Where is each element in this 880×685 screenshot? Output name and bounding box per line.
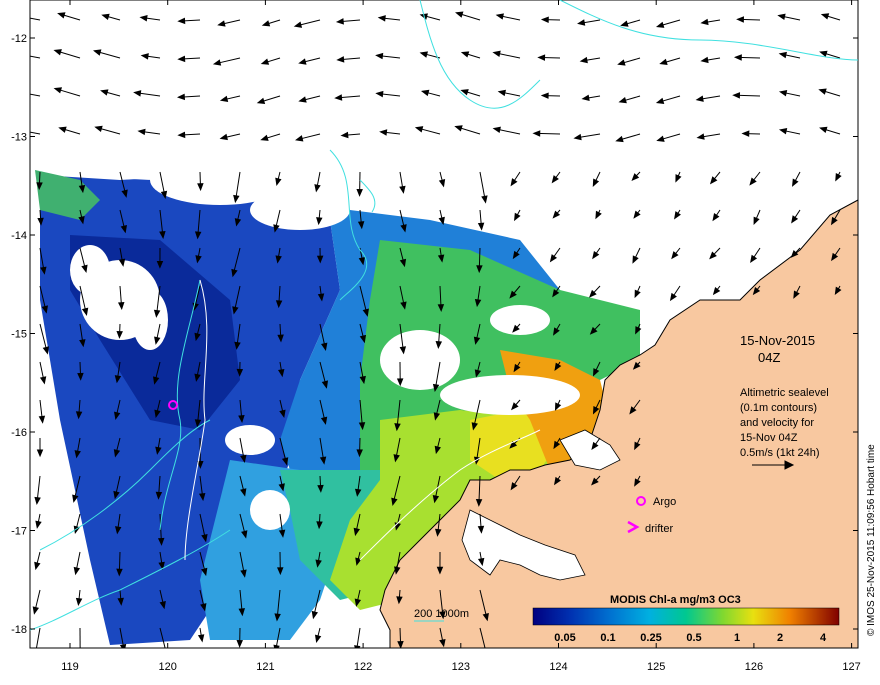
velocity-arrowhead bbox=[163, 650, 168, 656]
colorbar-tick-label: 0.05 bbox=[554, 632, 575, 644]
colorbar-tick-label: 1 bbox=[734, 632, 740, 644]
lat-label: -18 bbox=[11, 624, 27, 636]
colorbar-tick-label: 2 bbox=[777, 632, 783, 644]
depth-contour-label: 200 1000m bbox=[414, 608, 469, 620]
colorbar-tick-label: 0.25 bbox=[640, 632, 661, 644]
colorbar-tick-label: 4 bbox=[820, 632, 827, 644]
lat-label: -12 bbox=[11, 33, 27, 45]
velocity-arrowhead bbox=[483, 651, 488, 657]
info-line-5: 0.5m/s (1kt 24h) bbox=[740, 447, 819, 459]
lon-label: 120 bbox=[159, 661, 177, 673]
lat-label: -15 bbox=[11, 329, 27, 341]
info-line-2: (0.1m contours) bbox=[740, 402, 817, 414]
velocity-arrowhead bbox=[23, 53, 29, 58]
lat-label: -17 bbox=[11, 526, 27, 538]
colorbar-tick-label: 0.1 bbox=[600, 632, 615, 644]
velocity-arrowhead bbox=[23, 91, 29, 96]
lat-label: -13 bbox=[11, 132, 27, 144]
velocity-arrowhead bbox=[355, 646, 360, 652]
lon-label: 127 bbox=[842, 661, 860, 673]
time-title: 04Z bbox=[758, 350, 780, 365]
velocity-arrow bbox=[736, 95, 760, 96]
date-title: 15-Nov-2015 bbox=[740, 333, 815, 348]
info-line-3: and velocity for bbox=[740, 417, 814, 429]
lon-label: 121 bbox=[256, 661, 274, 673]
ocean-colour-map: 15-Nov-2015 04Z Altimetric sealevel (0.1… bbox=[0, 0, 880, 680]
lon-label: 123 bbox=[452, 661, 470, 673]
lon-label: 119 bbox=[61, 661, 79, 673]
velocity-arrowhead bbox=[18, 15, 24, 20]
info-line-1: Altimetric sealevel bbox=[740, 387, 829, 399]
colorbar bbox=[533, 608, 839, 625]
lat-label: -16 bbox=[11, 427, 27, 439]
velocity-arrowhead bbox=[34, 649, 39, 655]
lat-label: -14 bbox=[11, 230, 27, 242]
lon-label: 122 bbox=[354, 661, 372, 673]
argo-legend-label: Argo bbox=[653, 496, 676, 508]
lon-label: 125 bbox=[647, 661, 665, 673]
velocity-arrowhead bbox=[78, 649, 83, 655]
info-line-4: 15-Nov 04Z bbox=[740, 432, 798, 444]
colorbar-tick-label: 0.5 bbox=[686, 632, 701, 644]
colorbar-title: MODIS Chl-a mg/m3 OC3 bbox=[610, 594, 741, 606]
drifter-legend-label: drifter bbox=[645, 523, 673, 535]
credit-text: © IMOS 25-Nov-2015 11:09:56 Hobart time bbox=[866, 444, 877, 636]
lon-label: 124 bbox=[549, 661, 567, 673]
lon-label: 126 bbox=[745, 661, 763, 673]
credit-strip: © IMOS 25-Nov-2015 11:09:56 Hobart time bbox=[862, 0, 878, 680]
